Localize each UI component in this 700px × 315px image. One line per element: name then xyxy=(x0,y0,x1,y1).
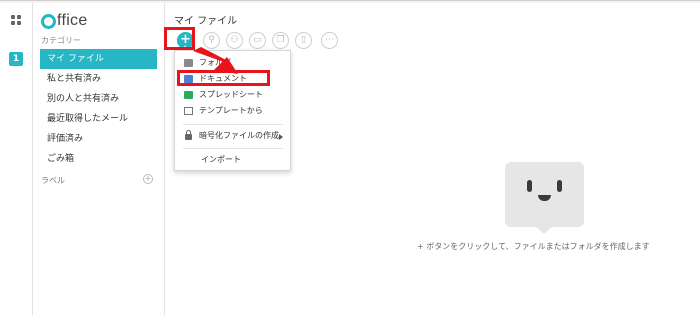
empty-state-message: + ボタンをクリックして、ファイルまたはフォルダを作成します xyxy=(417,242,650,251)
face-right-eye xyxy=(557,180,562,192)
empty-state-face-icon xyxy=(505,162,584,227)
speech-bubble-tail xyxy=(535,226,553,234)
face-mouth xyxy=(538,195,551,201)
face-left-eye xyxy=(527,180,532,192)
red-arrow-annotation xyxy=(193,47,238,74)
